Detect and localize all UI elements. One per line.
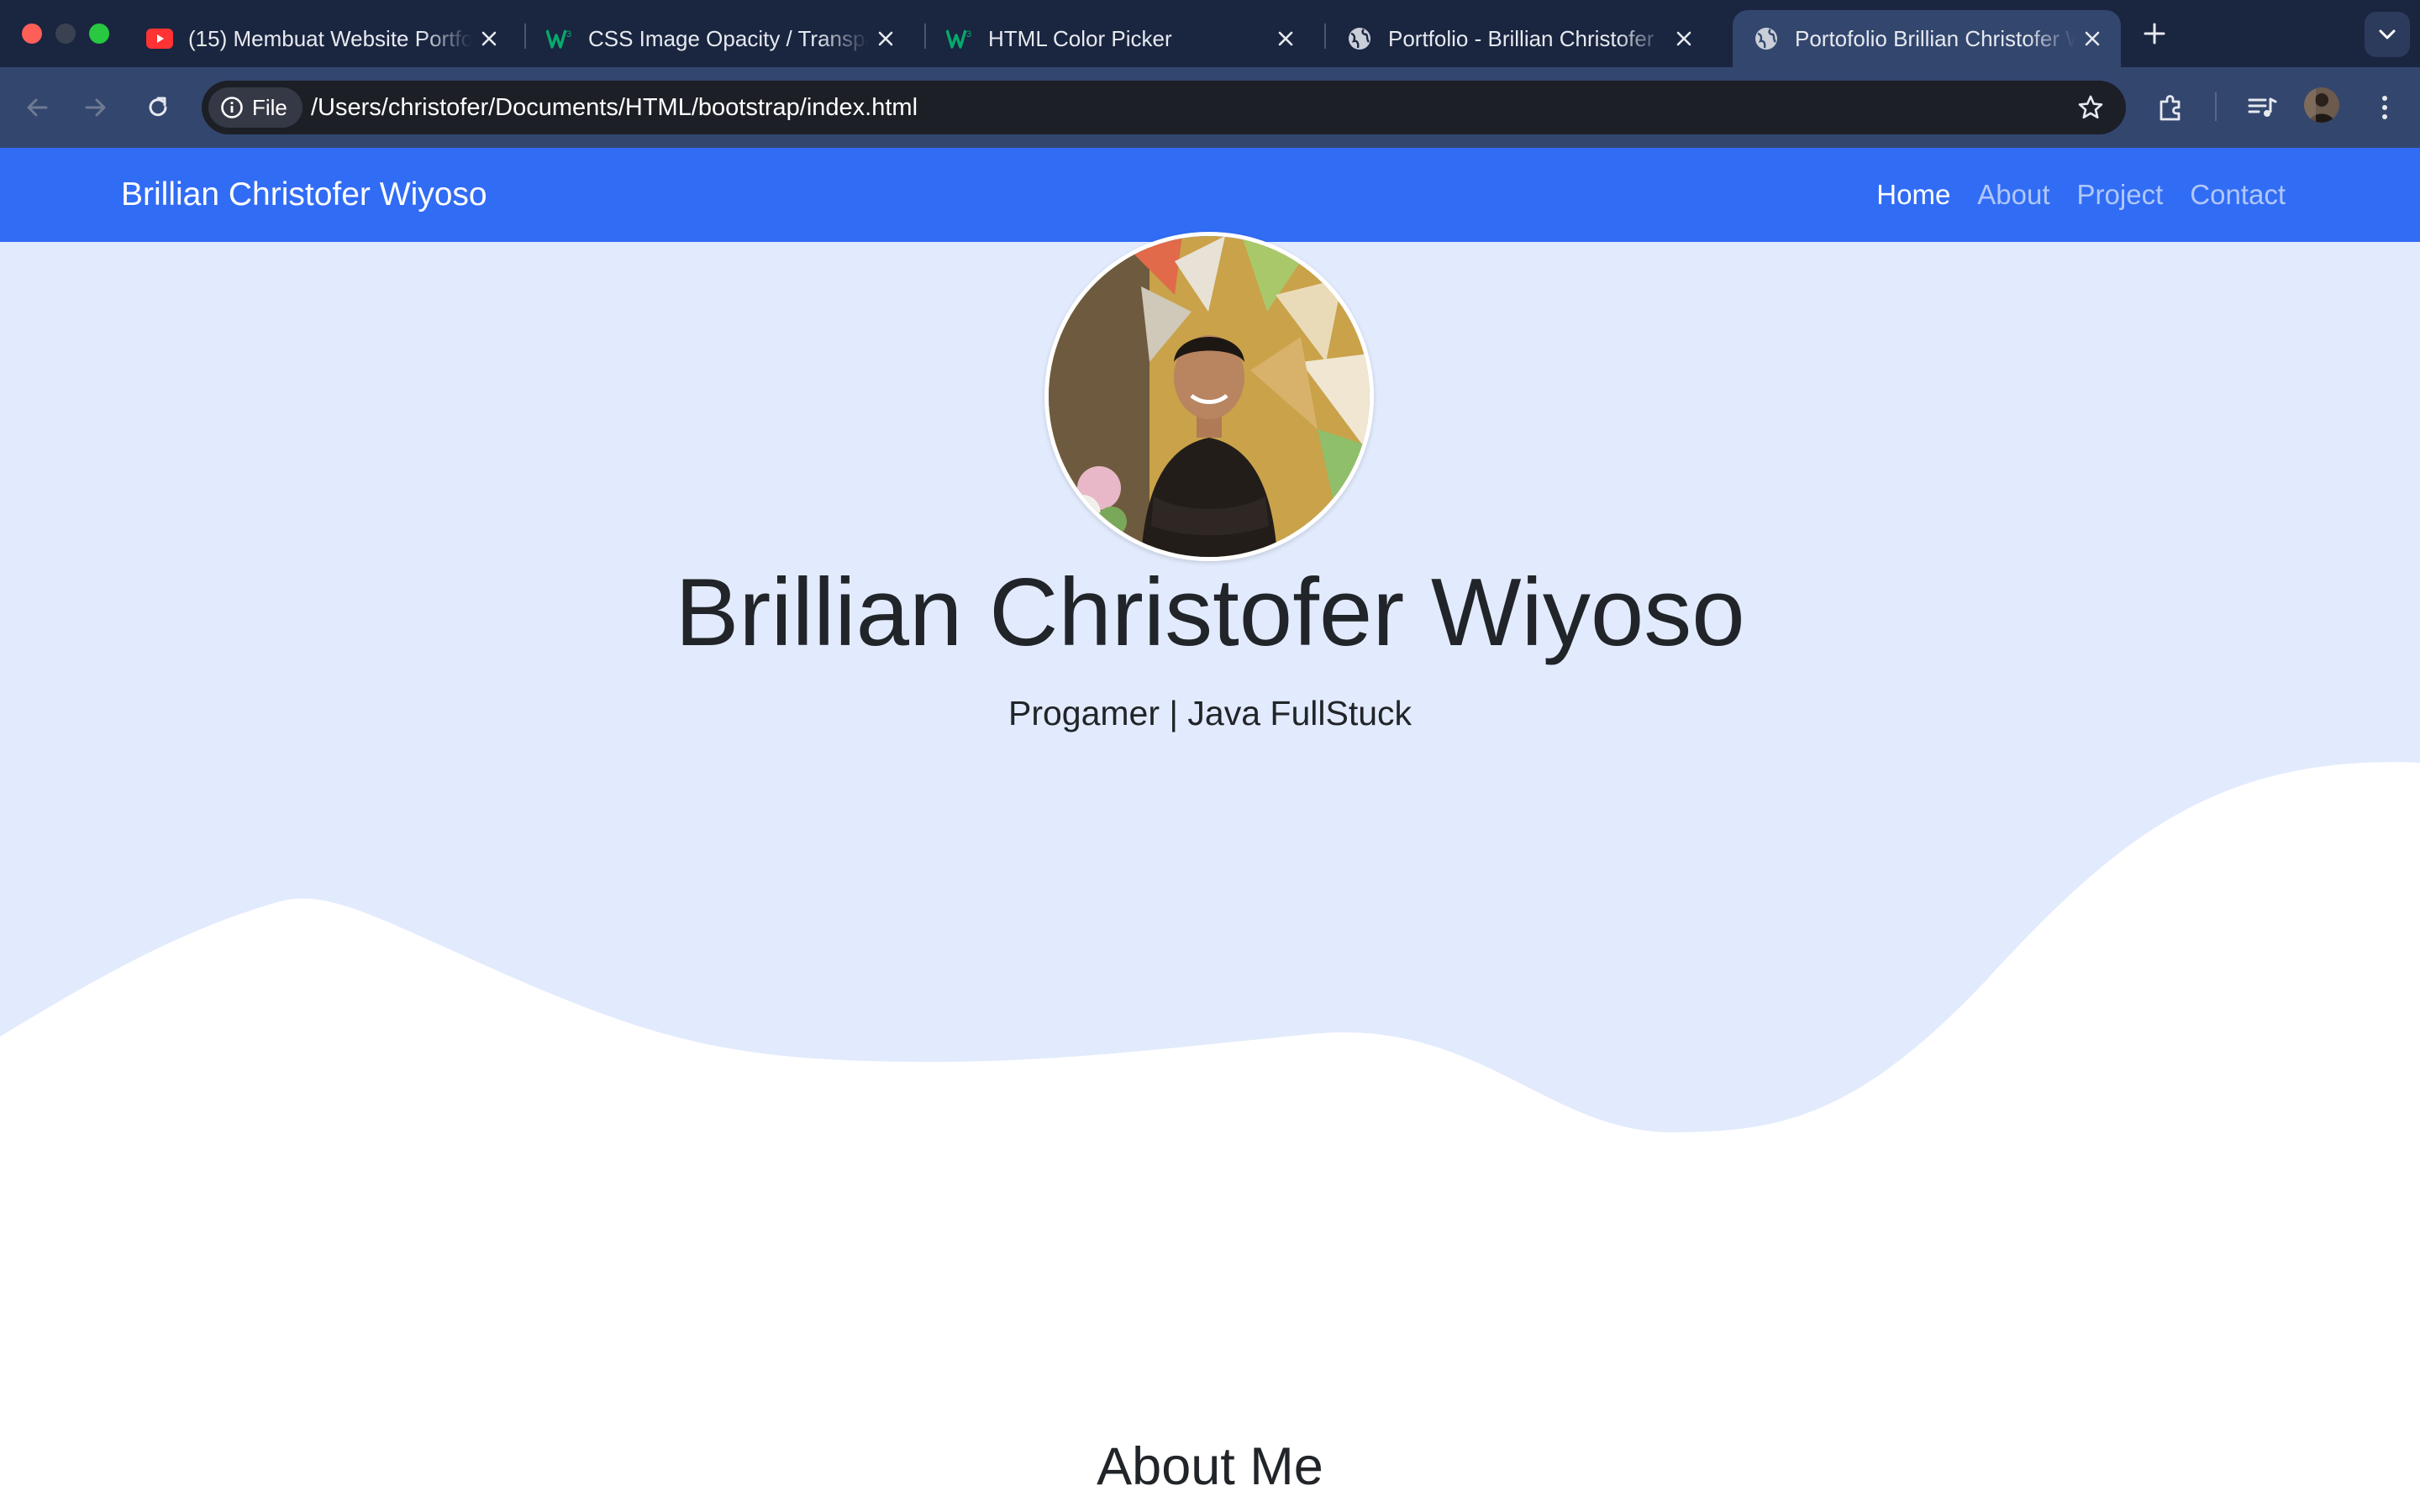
info-icon [221, 97, 243, 118]
window-minimize-button[interactable] [55, 24, 76, 44]
site-info-label: File [252, 94, 287, 120]
media-controls-button[interactable] [2240, 86, 2284, 129]
navbar-brand[interactable]: Brillian Christofer Wiyoso [121, 148, 487, 242]
tab-search-button[interactable] [2365, 12, 2410, 57]
hero-subtitle: Progamer | Java FullStuck [1007, 694, 1413, 732]
nav-link-about[interactable]: About [1977, 179, 2049, 211]
arrow-right-icon [85, 98, 106, 117]
more-vertical-icon [2382, 96, 2387, 119]
youtube-icon [146, 25, 173, 52]
browser-tab[interactable]: 3 HTML Color Picker [926, 10, 1314, 67]
extensions-button[interactable] [2149, 86, 2193, 129]
svg-text:3: 3 [566, 29, 571, 39]
close-icon[interactable] [2075, 22, 2109, 55]
toolbar-separator [2215, 92, 2217, 121]
close-icon[interactable] [1667, 22, 1701, 55]
profile-photo [1044, 232, 1374, 561]
window-maximize-button[interactable] [89, 24, 109, 44]
browser-tab[interactable]: 3 CSS Image Opacity / Transparency [526, 10, 914, 67]
browser-tab[interactable]: Portfolio - Brillian Christofer [1326, 10, 1712, 67]
browser-tab[interactable]: (15) Membuat Website Portfolio [126, 10, 518, 67]
tab-title: CSS Image Opacity / Transparency [588, 25, 869, 51]
tab-title: Portfolio - Brillian Christofer [1388, 25, 1655, 51]
arrow-left-icon [27, 98, 48, 117]
w3schools-icon: 3 [946, 25, 973, 52]
site-navbar: Brillian Christofer Wiyoso Home About Pr… [0, 148, 2420, 242]
close-icon[interactable] [869, 22, 902, 55]
browser-toolbar: File /Users/christofer/Documents/HTML/bo… [0, 67, 2420, 148]
browser-tab-strip: (15) Membuat Website Portfolio 3 CSS Ima… [0, 0, 2420, 67]
profile-avatar[interactable] [2304, 87, 2339, 123]
nav-link-contact[interactable]: Contact [2190, 179, 2286, 211]
navbar-links: Home About Project Contact [1876, 148, 2286, 242]
globe-icon [1753, 25, 1780, 52]
playlist-music-icon [2248, 97, 2277, 117]
close-icon[interactable] [472, 22, 506, 55]
tab-title: HTML Color Picker [988, 25, 1172, 51]
hero-title: Brillian Christofer Wiyoso [675, 559, 1745, 666]
reload-button[interactable] [136, 86, 180, 129]
w3schools-icon: 3 [546, 25, 573, 52]
browser-tab-active[interactable]: Portofolio Brillian Christofer Wiyoso [1733, 10, 2121, 67]
site-info-chip[interactable]: File [208, 87, 302, 128]
new-tab-button[interactable] [2139, 17, 2170, 50]
reload-icon [149, 97, 167, 117]
nav-link-home[interactable]: Home [1876, 179, 1950, 211]
close-icon[interactable] [1269, 22, 1302, 55]
chevron-down-icon [2379, 29, 2396, 39]
forward-button[interactable] [74, 86, 118, 129]
puzzle-icon [2160, 95, 2181, 121]
globe-icon [1346, 25, 1373, 52]
window-close-button[interactable] [22, 24, 42, 44]
browser-menu-button[interactable] [2363, 86, 2407, 129]
bookmark-star-icon[interactable] [2074, 91, 2107, 124]
back-button[interactable] [15, 86, 59, 129]
nav-link-project[interactable]: Project [2077, 179, 2164, 211]
tab-title: (15) Membuat Website Portfolio [188, 25, 472, 51]
address-bar[interactable]: File /Users/christofer/Documents/HTML/bo… [202, 81, 2126, 134]
svg-text:3: 3 [966, 29, 971, 39]
about-section-title: About Me [1097, 1437, 1323, 1496]
tab-title: Portofolio Brillian Christofer Wiyoso [1795, 25, 2075, 51]
url-text[interactable]: /Users/christofer/Documents/HTML/bootstr… [311, 81, 918, 134]
page-viewport: Brillian Christofer Wiyoso Home About Pr… [0, 148, 2420, 1512]
